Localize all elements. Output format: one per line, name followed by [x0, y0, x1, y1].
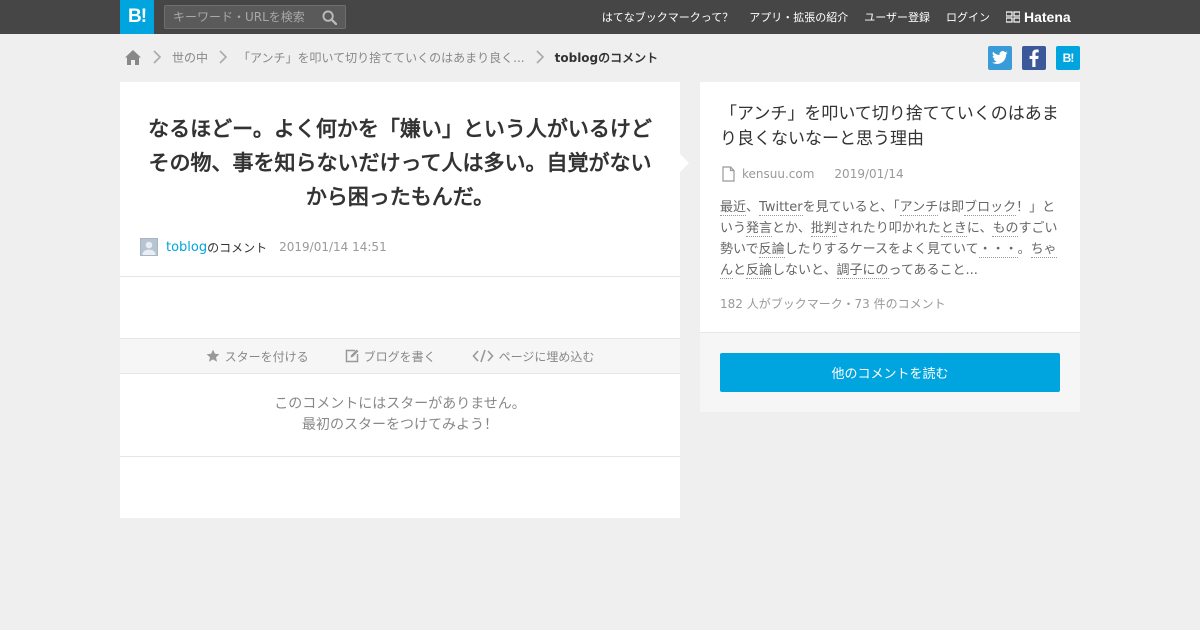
home-icon[interactable]	[124, 49, 142, 66]
first-star-prompt: 最初のスターをつけてみよう！	[302, 417, 498, 433]
entry-domain[interactable]: kensuu.com	[742, 167, 814, 181]
comment-text: なるほどー。よく何かを「嫌い」という人がいるけどその物、事を知らないだけって人は…	[148, 117, 652, 209]
keyword-link[interactable]: 最近	[720, 200, 747, 216]
nav-about[interactable]: はてなブックマークって？	[602, 9, 733, 25]
entry-date: 2019/01/14	[834, 167, 904, 181]
excerpt-text: とか、	[772, 221, 811, 236]
facebook-share-button[interactable]	[1022, 46, 1046, 70]
excerpt-text: 。	[1017, 242, 1031, 257]
action-bar: スターを付ける ブログを書く ページに埋め込む	[120, 338, 680, 374]
username-link[interactable]: toblog	[166, 240, 207, 255]
breadcrumb-entry[interactable]: 「アンチ」を叩いて切り捨てていくのはあまり良く...	[238, 49, 525, 66]
chevron-right-icon	[219, 50, 228, 64]
entry-title[interactable]: 「アンチ」を叩いて切り捨てていくのはあまり良くないなーと思う理由	[720, 102, 1065, 152]
excerpt-text: されたり叩かれた	[836, 221, 941, 236]
breadcrumb-current: toblogのコメント	[554, 50, 659, 65]
keyword-link[interactable]: Twitter	[759, 200, 803, 216]
hatena-brand[interactable]: Hatena	[1006, 8, 1071, 26]
embed-label: ページに埋め込む	[498, 349, 595, 364]
comment-card: なるほどー。よく何かを「嫌い」という人がいるけどその物、事を知らないだけって人は…	[120, 82, 689, 518]
chevron-right-icon	[536, 50, 544, 64]
add-star-button[interactable]: スターを付ける	[206, 348, 309, 365]
excerpt-text: ってあること...	[888, 263, 978, 278]
code-icon	[472, 349, 494, 363]
nav-register[interactable]: ユーザー登録	[864, 9, 930, 25]
breadcrumb: 世の中 「アンチ」を叩いて切り捨てていくのはあまり良く... toblogのコメ…	[124, 46, 658, 68]
edit-icon	[345, 349, 359, 363]
entry-counts[interactable]: 182 人がブックマーク・73 件のコメント	[720, 295, 946, 312]
comment-meta: toblog のコメント 2019/01/14 14:51	[140, 237, 387, 257]
hatena-icon	[1006, 11, 1020, 23]
divider	[120, 456, 680, 457]
no-star-message: このコメントにはスターがありません。 最初のスターをつけてみよう！	[120, 394, 680, 436]
write-blog-label: ブログを書く	[363, 349, 436, 364]
excerpt-text: は即	[938, 200, 965, 215]
excerpt-text: と	[733, 263, 747, 278]
excerpt-text: に、	[966, 221, 993, 236]
excerpt-text: しないと、	[772, 263, 837, 278]
top-nav: はてなブックマークって？ アプリ・拡張の紹介 ユーザー登録 ログイン	[586, 0, 990, 34]
comment-suffix: のコメント	[207, 240, 268, 255]
twitter-icon	[992, 51, 1008, 64]
twitter-share-button[interactable]	[988, 46, 1012, 70]
add-star-label: スターを付ける	[224, 349, 309, 364]
keyword-link[interactable]: もの	[992, 221, 1019, 237]
nav-login[interactable]: ログイン	[946, 9, 990, 25]
star-icon	[206, 349, 219, 362]
user-icon	[142, 241, 156, 255]
chevron-right-icon	[153, 50, 162, 64]
hatebu-logo[interactable]: B!	[120, 0, 154, 34]
hatena-label: Hatena	[1024, 9, 1071, 25]
comment-date[interactable]: 2019/01/14 14:51	[279, 240, 387, 254]
keyword-link[interactable]: 反論	[746, 263, 773, 279]
search-box[interactable]	[164, 5, 346, 29]
divider	[120, 276, 680, 277]
keyword-link[interactable]: 批判	[810, 221, 837, 237]
search-input[interactable]	[165, 6, 315, 28]
excerpt-text: したりするケースをよく見ていて	[784, 242, 979, 257]
read-other-comments-button[interactable]: 他のコメントを読む	[720, 353, 1060, 392]
keyword-link[interactable]: 調子にの	[836, 263, 889, 279]
keyword-link[interactable]: ・・・	[978, 242, 1018, 258]
keyword-link[interactable]: 反論	[758, 242, 785, 258]
entry-excerpt: 最近、Twitterを見ていると、「アンチは即ブロック！」という発言とか、批判さ…	[720, 197, 1062, 281]
hatebu-share-button[interactable]: B!	[1056, 46, 1080, 70]
keyword-link[interactable]: ブロック	[964, 200, 1017, 216]
breadcrumb-category[interactable]: 世の中	[172, 49, 208, 66]
nav-apps[interactable]: アプリ・拡張の紹介	[749, 9, 848, 25]
keyword-link[interactable]: とき	[940, 221, 967, 237]
search-icon[interactable]	[322, 10, 337, 25]
facebook-icon	[1029, 49, 1039, 67]
avatar[interactable]	[140, 238, 158, 256]
keyword-link[interactable]: 発言	[746, 221, 773, 237]
entry-card: 「アンチ」を叩いて切り捨てていくのはあまり良くないなーと思う理由 kensuu.…	[700, 82, 1080, 412]
top-bar: B! はてなブックマークって？ アプリ・拡張の紹介 ユーザー登録 ログイン Ha…	[0, 0, 1200, 34]
keyword-link[interactable]: アンチ	[899, 200, 939, 216]
write-blog-button[interactable]: ブログを書く	[345, 348, 436, 365]
document-icon	[722, 166, 735, 182]
no-star-line: このコメントにはスターがありません。	[274, 396, 526, 412]
embed-button[interactable]: ページに埋め込む	[472, 348, 595, 365]
excerpt-text: 、	[746, 200, 760, 215]
entry-source: kensuu.com 2019/01/14	[722, 166, 904, 182]
excerpt-text: を見ていると、「	[802, 200, 900, 215]
